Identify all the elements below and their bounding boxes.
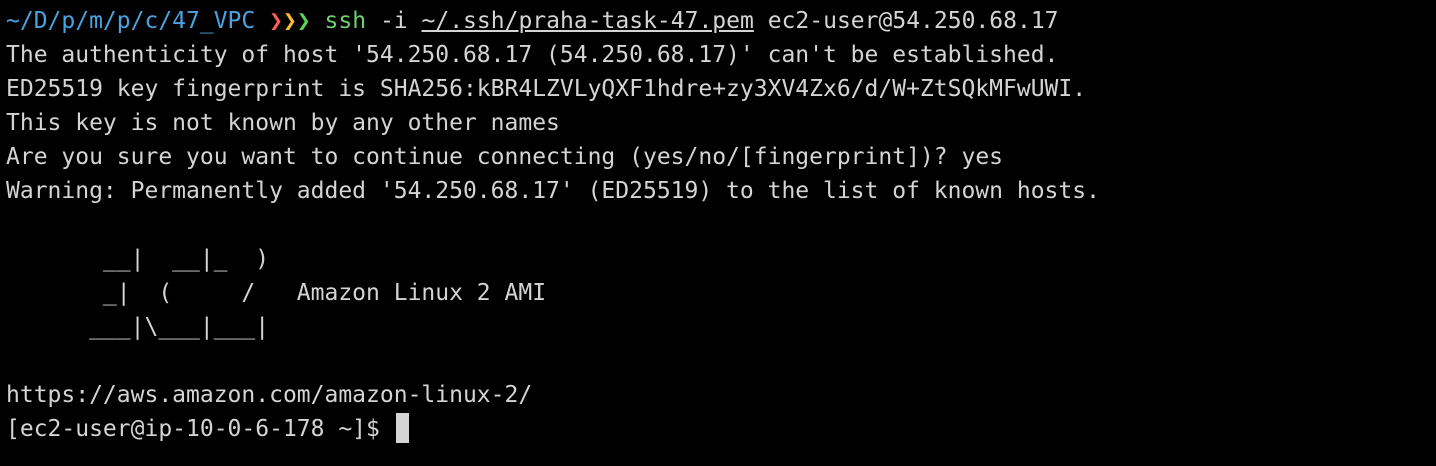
banner-art-text: _| ( / <box>6 280 256 306</box>
banner-ami-label: Amazon Linux 2 AMI <box>255 280 547 306</box>
confirm-answer: yes <box>961 144 1004 170</box>
prompt-chevron-icon: ❯ <box>282 8 297 34</box>
command-flag: -i <box>379 8 408 34</box>
remote-prompt-line[interactable]: [ec2-user@ip-10-0-6-178 ~]$ <box>6 412 1430 446</box>
command-target: ec2-user@54.250.68.17 <box>767 8 1059 34</box>
output-fingerprint: ED25519 key fingerprint is SHA256:kBR4LZ… <box>6 76 1087 102</box>
output-authenticity: The authenticity of host '54.250.68.17 (… <box>6 42 1059 68</box>
confirm-question: Are you sure you want to continue connec… <box>6 144 962 170</box>
local-prompt-line: ~/D/p/m/p/c/47_VPC ❯❯❯ ssh -i ~/.ssh/pra… <box>6 4 1430 38</box>
command-keyfile-path[interactable]: ~/.ssh/praha-task-47.pem <box>422 8 754 34</box>
prompt-chevron-icon: ❯ <box>296 8 311 34</box>
terminal-window[interactable]: ~/D/p/m/p/c/47_VPC ❯❯❯ ssh -i ~/.ssh/pra… <box>6 4 1430 446</box>
banner-url: https://aws.amazon.com/amazon-linux-2/ <box>6 382 533 408</box>
prompt-chevron-icon: ❯ <box>269 8 283 34</box>
output-confirm-line: Are you sure you want to continue connec… <box>6 140 1430 174</box>
text-cursor <box>395 413 409 443</box>
banner-art-line-2: _| ( / Amazon Linux 2 AMI <box>6 276 1430 310</box>
banner-art-line-1: __| __|_ ) <box>6 246 270 272</box>
output-not-known: This key is not known by any other names <box>6 110 560 136</box>
prompt-cwd: ~/D/p/m/p/c/47_VPC <box>6 8 256 34</box>
command-program: ssh <box>324 8 367 34</box>
remote-prompt: [ec2-user@ip-10-0-6-178 ~]$ <box>6 416 394 442</box>
output-warning: Warning: Permanently added '54.250.68.17… <box>6 178 1100 204</box>
banner-art-line-3: ___|\___|___| <box>6 314 270 340</box>
